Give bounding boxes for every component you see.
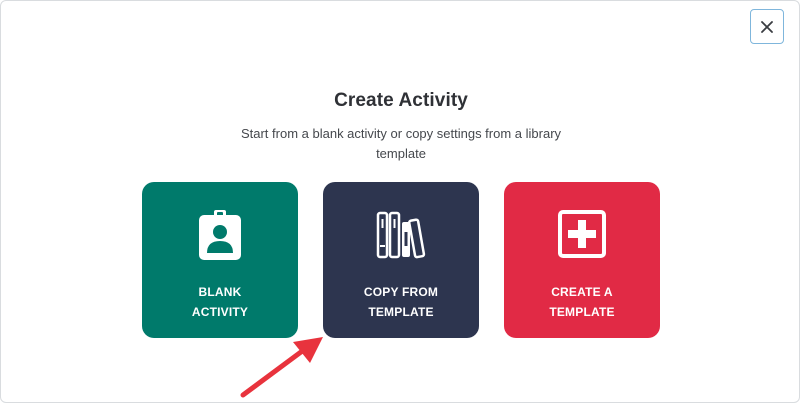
copy-from-template-card[interactable]: COPY FROM TEMPLATE: [323, 182, 479, 338]
blank-activity-card[interactable]: BLANK ACTIVITY: [142, 182, 298, 338]
create-template-label: CREATE A TEMPLATE: [549, 285, 615, 319]
copy-from-template-label: COPY FROM TEMPLATE: [363, 285, 439, 319]
books-icon: [323, 210, 479, 260]
close-button[interactable]: [750, 9, 784, 44]
id-badge-icon: [142, 210, 298, 260]
plus-square-icon: [504, 210, 660, 260]
dialog-subtitle: Start from a blank activity or copy sett…: [240, 126, 562, 161]
create-activity-dialog: Create Activity Start from a blank activ…: [0, 0, 800, 403]
pointer-arrow-icon: [233, 329, 333, 402]
blank-activity-label: BLANK ACTIVITY: [191, 285, 249, 319]
close-icon: [761, 20, 773, 33]
dialog-title: Create Activity: [334, 90, 468, 111]
create-template-card[interactable]: CREATE A TEMPLATE: [504, 182, 660, 338]
